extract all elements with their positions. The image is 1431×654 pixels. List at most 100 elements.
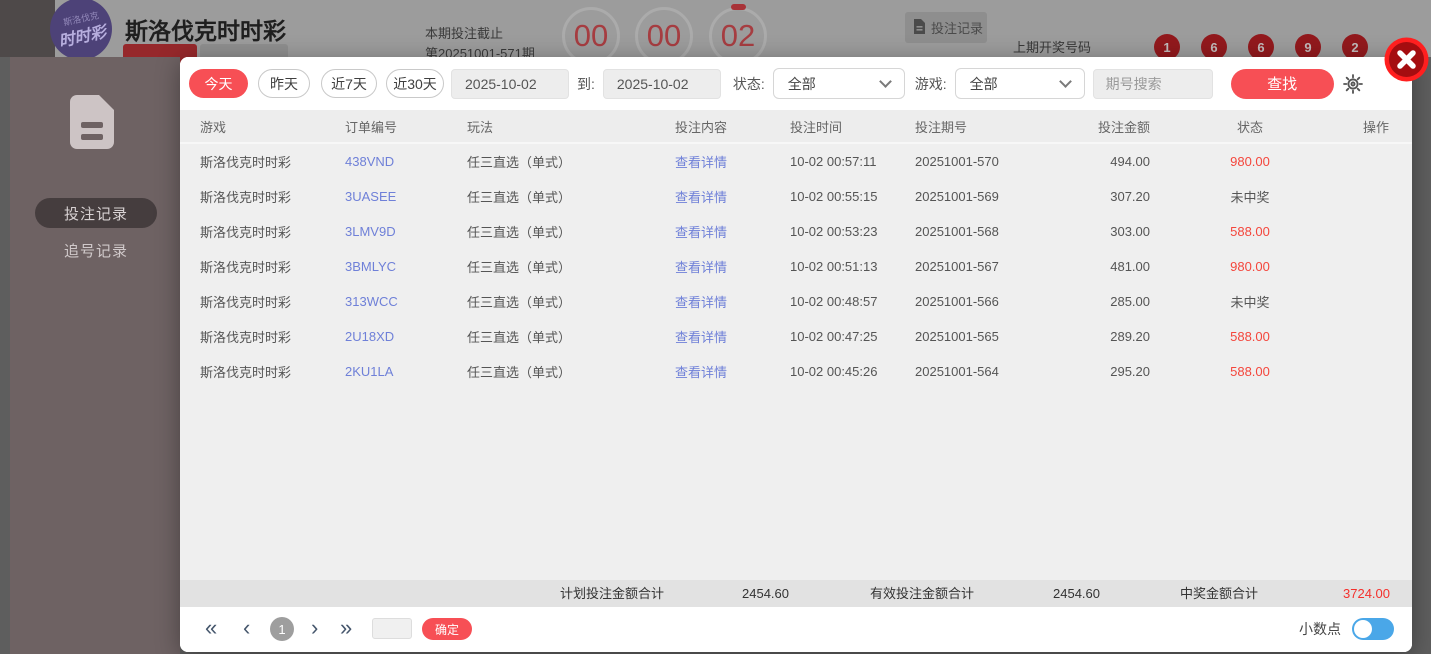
cell-play-type: 任三直选（单式） [467,190,572,205]
records-table: 游戏 订单编号 玩法 投注内容 投注时间 投注期号 投注金额 状态 操作 斯洛伐… [180,110,1412,580]
valid-total-value: 2454.60 [1053,586,1100,601]
order-id-link[interactable]: 313WCC [345,294,467,309]
cell-status: 980.00 [1230,154,1270,169]
cell-status: 未中奖 [1230,295,1270,310]
view-details-link[interactable]: 查看详情 [675,327,790,346]
cell-game: 斯洛伐克时时彩 [200,155,292,170]
cell-game: 斯洛伐克时时彩 [200,330,292,345]
view-details-link[interactable]: 查看详情 [675,257,790,276]
search-button[interactable]: 查找 [1230,68,1334,99]
cell-bet-time: 10-02 00:47:25 [790,329,878,344]
order-id-link[interactable]: 3LMV9D [345,224,467,239]
cell-status: 未中奖 [1230,190,1270,205]
page-jump-input[interactable] [372,618,412,639]
cell-game: 斯洛伐克时时彩 [200,260,292,275]
cell-bet-amount: 481.00 [1110,259,1150,274]
order-id-link[interactable]: 2U18XD [345,329,467,344]
cell-game: 斯洛伐克时时彩 [200,365,292,380]
toggle-knob [1354,620,1372,638]
cell-play-type: 任三直选（单式） [467,295,572,310]
game-logo: 斯洛伐克 时时彩 [50,0,112,60]
quick-filter-today[interactable]: 今天 [189,69,248,98]
cell-game: 斯洛伐克时时彩 [200,295,292,310]
valid-total-label: 有效投注金额合计 [870,586,975,601]
first-page-button[interactable]: « [205,607,217,649]
header-content: 投注内容 [675,119,728,135]
issue-search-input[interactable] [1092,68,1213,99]
game-select-value: 全部 [969,75,998,92]
quick-filter-yesterday[interactable]: 昨天 [258,69,310,98]
page-title: 斯洛伐克时时彩 [125,18,286,44]
table-row: 斯洛伐克时时彩 3UASEE 任三直选（单式） 查看详情 10-02 00:55… [180,179,1412,214]
table-row: 斯洛伐克时时彩 438VND 任三直选（单式） 查看详情 10-02 00:57… [180,144,1412,179]
cell-status: 588.00 [1230,329,1270,344]
deadline-label: 本期投注截止 [425,26,504,41]
date-from-input[interactable] [451,68,569,99]
cell-bet-time: 10-02 00:53:23 [790,224,878,239]
to-label: 到: [577,75,595,92]
page-confirm-button[interactable]: 确定 [422,618,472,640]
bet-records-modal: 今天 昨天 近7天 近30天 到: 状态: 全部 游戏: 全部 查找 [180,57,1412,652]
status-label: 状态: [732,75,765,92]
records-doc-icon [70,95,114,149]
quick-filter-30days[interactable]: 近30天 [386,69,444,98]
close-modal-button[interactable] [1383,36,1430,83]
table-row: 斯洛伐克时时彩 2KU1LA 任三直选（单式） 查看详情 10-02 00:45… [180,354,1412,389]
status-select-value: 全部 [787,75,816,92]
cell-bet-time: 10-02 00:55:15 [790,189,878,204]
bet-records-button[interactable]: 投注记录 [905,12,987,43]
cell-bet-amount: 289.20 [1110,329,1150,344]
cell-bet-issue: 20251001-566 [915,294,999,309]
header-status: 状态 [1236,119,1263,135]
cell-bet-issue: 20251001-567 [915,259,999,274]
status-select[interactable]: 全部 [772,68,905,99]
win-total-value: 3724.00 [1343,586,1390,601]
table-row: 斯洛伐克时时彩 3BMLYC 任三直选（单式） 查看详情 10-02 00:51… [180,249,1412,284]
table-header-row: 游戏 订单编号 玩法 投注内容 投注时间 投注期号 投注金额 状态 操作 [180,110,1412,144]
cell-bet-issue: 20251001-568 [915,224,999,239]
cell-play-type: 任三直选（单式） [467,260,572,275]
header-play: 玩法 [467,119,494,135]
prev-page-button[interactable]: ‹ [243,607,250,649]
cell-bet-issue: 20251001-565 [915,329,999,344]
order-id-link[interactable]: 438VND [345,154,467,169]
view-details-link[interactable]: 查看详情 [675,222,790,241]
order-id-link[interactable]: 2KU1LA [345,364,467,379]
next-page-button[interactable]: › [311,607,318,649]
table-row: 斯洛伐克时时彩 313WCC 任三直选（单式） 查看详情 10-02 00:48… [180,284,1412,319]
cell-status: 588.00 [1230,364,1270,379]
filter-bar: 今天 昨天 近7天 近30天 到: 状态: 全部 游戏: 全部 查找 [180,57,1412,110]
sidebar-item-bet-records[interactable]: 投注记录 [35,198,157,228]
view-details-link[interactable]: 查看详情 [675,292,790,311]
screen: 斯洛伐克 时时彩 斯洛伐克时时彩 本期投注截止 第20251001-571期 0… [0,0,1431,654]
current-page-badge[interactable]: 1 [270,617,294,641]
settings-gear-icon[interactable] [1342,73,1364,95]
plan-total-label: 计划投注金额合计 [560,586,665,601]
plan-total-value: 2454.60 [742,586,789,601]
order-id-link[interactable]: 3UASEE [345,189,467,204]
order-id-link[interactable]: 3BMLYC [345,259,467,274]
bet-records-button-label: 投注记录 [931,21,984,36]
cell-play-type: 任三直选（单式） [467,330,572,345]
date-to-input[interactable] [602,68,721,99]
cell-status: 588.00 [1230,224,1270,239]
game-select[interactable]: 全部 [954,68,1085,99]
sidebar-item-chase-records[interactable]: 追号记录 [35,239,157,261]
cell-bet-issue: 20251001-569 [915,189,999,204]
document-icon [913,18,926,37]
last-page-button[interactable]: » [340,607,352,649]
header-action: 操作 [1362,119,1389,135]
view-details-link[interactable]: 查看详情 [675,152,790,171]
cell-status: 980.00 [1230,259,1270,274]
decimal-toggle[interactable] [1352,618,1394,640]
chevron-down-icon [878,74,892,88]
cell-bet-issue: 20251001-570 [915,154,999,169]
cell-bet-time: 10-02 00:45:26 [790,364,878,379]
chevron-down-icon [1058,74,1072,88]
game-label: 游戏: [914,75,947,92]
quick-filter-7days[interactable]: 近7天 [321,69,377,98]
header-issue: 投注期号 [915,119,968,135]
view-details-link[interactable]: 查看详情 [675,187,790,206]
cell-game: 斯洛伐克时时彩 [200,190,292,205]
view-details-link[interactable]: 查看详情 [675,362,790,381]
